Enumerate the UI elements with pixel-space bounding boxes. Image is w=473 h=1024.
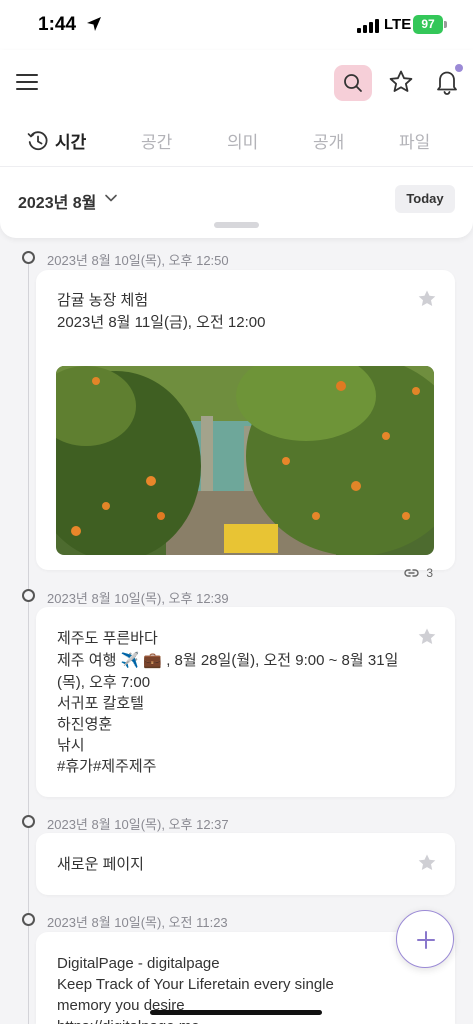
entry-date: 2023년 8월 10일(목), 오전 11:23	[47, 915, 228, 930]
signal-icon	[357, 19, 379, 33]
card-link[interactable]: https://digitalpage.me	[57, 1016, 200, 1024]
entry-date: 2023년 8월 10일(목), 오후 12:37	[47, 817, 229, 832]
card-line: 서귀포 칼호텔	[57, 695, 144, 712]
photo-thumbnail[interactable]	[56, 366, 434, 555]
star-icon[interactable]	[417, 853, 437, 873]
card-title: 제주도 푸른바다	[57, 630, 158, 647]
menu-icon[interactable]	[16, 74, 38, 90]
view-tabs: 시간 공간 의미 공개 파일	[0, 124, 473, 164]
chevron-down-icon[interactable]	[104, 191, 118, 205]
home-indicator	[150, 1010, 322, 1015]
battery-indicator: 97	[413, 15, 443, 34]
tab-files[interactable]: 파일	[399, 128, 430, 153]
drag-handle[interactable]	[214, 222, 259, 228]
card-line: 제주 여행 ✈️ 💼 , 8월 28일(월), 오전 9:00 ~ 8월 31일	[57, 652, 399, 669]
timeline-dot	[22, 589, 35, 602]
search-icon	[344, 74, 362, 92]
app-header: 시간 공간 의미 공개 파일 2023년 8월 Today	[0, 50, 473, 238]
timeline-card[interactable]: 감귤 농장 체험 2023년 8월 11일(금), 오전 12:00 3	[36, 270, 455, 580]
card-line: Keep Track of Your Liferetain every sing…	[57, 976, 334, 993]
tab-time[interactable]: 시간	[55, 128, 86, 153]
card-line: 하진영훈	[57, 716, 113, 733]
timeline-card[interactable]: 제주도 푸른바다 제주 여행 ✈️ 💼 , 8월 28일(월), 오전 9:00…	[36, 607, 455, 797]
timeline-dot	[22, 815, 35, 828]
card-hashtags: #휴가#제주제주	[57, 758, 157, 775]
battery-tip	[444, 21, 447, 28]
tab-public[interactable]: 공개	[313, 128, 344, 153]
timeline-line	[28, 262, 29, 1024]
status-time: 1:44	[38, 14, 77, 35]
timeline-dot	[22, 251, 35, 264]
entry-date: 2023년 8월 10일(목), 오후 12:39	[47, 591, 229, 606]
search-button[interactable]	[334, 65, 372, 101]
tab-meaning[interactable]: 의미	[227, 128, 258, 153]
timeline-card[interactable]: 새로운 페이지	[36, 833, 455, 895]
status-bar: 1:44 LTE 97	[0, 0, 473, 50]
card-title: DigitalPage - digitalpage	[57, 955, 220, 972]
timeline-dot	[22, 913, 35, 926]
location-arrow-icon	[87, 17, 101, 31]
star-icon[interactable]	[417, 289, 437, 309]
divider	[0, 166, 473, 167]
today-button[interactable]: Today	[395, 185, 455, 213]
card-line: 낚시	[57, 737, 85, 754]
link-icon	[404, 569, 419, 577]
card-line: 2023년 8월 11일(금), 오전 12:00	[57, 314, 266, 331]
card-title: 새로운 페이지	[57, 856, 144, 873]
link-count: 3	[426, 566, 433, 580]
network-label: LTE	[384, 16, 412, 33]
add-entry-button[interactable]	[396, 910, 454, 968]
star-icon[interactable]	[388, 69, 414, 95]
month-selector[interactable]: 2023년 8월	[18, 189, 96, 213]
clock-icon	[27, 131, 48, 151]
tab-space[interactable]: 공간	[141, 128, 172, 153]
plus-icon	[417, 931, 435, 949]
entry-date: 2023년 8월 10일(목), 오후 12:50	[47, 253, 229, 268]
star-icon[interactable]	[417, 627, 437, 647]
card-line: (목), 오후 7:00	[57, 674, 151, 691]
card-title: 감귤 농장 체험	[57, 292, 149, 309]
notification-dot	[455, 64, 463, 72]
